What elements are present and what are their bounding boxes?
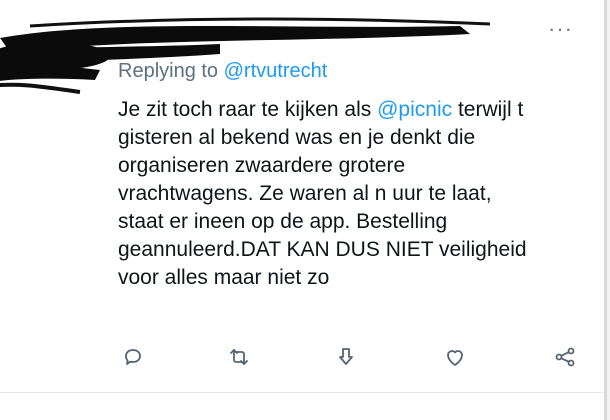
replying-to: Replying to @rtvutrecht [118,60,327,83]
tweet-line: vrachtwagens. Ze waren al n uur te laat, [118,182,492,205]
share-icon [555,347,575,367]
tweet-line: geannuleerd.DAT KAN DUS NIET veiligheid [118,238,527,261]
replying-to-label: Replying to [118,60,224,82]
share-download-icon [339,348,353,365]
tweet-text-segment: Je zit toch raar te kijken als [118,98,378,121]
divider [0,392,604,393]
tweet-text-segment: terwijl t [452,98,524,121]
like-button[interactable] [440,342,470,372]
share-button[interactable] [550,342,580,372]
reply-icon [125,349,141,365]
tweet-actions [118,342,588,372]
tweet-line: gisteren al bekend was en je denkt die [118,126,476,149]
tweet-text: Je zit toch raar te kijken als @picnic t… [118,96,588,292]
reply-button[interactable] [118,342,148,372]
reply-handle-link[interactable]: @rtvutrecht [224,60,328,82]
tweet-line: organiseren zwaardere grotere [118,154,406,177]
tweet-line: Je zit toch raar te kijken als @picnic t… [118,96,588,124]
retweet-icon [230,349,248,365]
more-options-button[interactable]: ··· [548,18,573,40]
scribbled-redaction [0,17,491,94]
retweet-button[interactable] [224,342,254,372]
mention-link[interactable]: @picnic [377,98,452,121]
tweet-line: voor alles maar niet zo [118,266,330,289]
like-icon [447,350,463,366]
tweet-line: staat er ineen op de app. Bestelling [118,210,448,233]
tweet-card: ··· Replying to @rtvutrecht Je zit toch … [0,0,607,420]
share-download-button[interactable] [331,342,361,372]
